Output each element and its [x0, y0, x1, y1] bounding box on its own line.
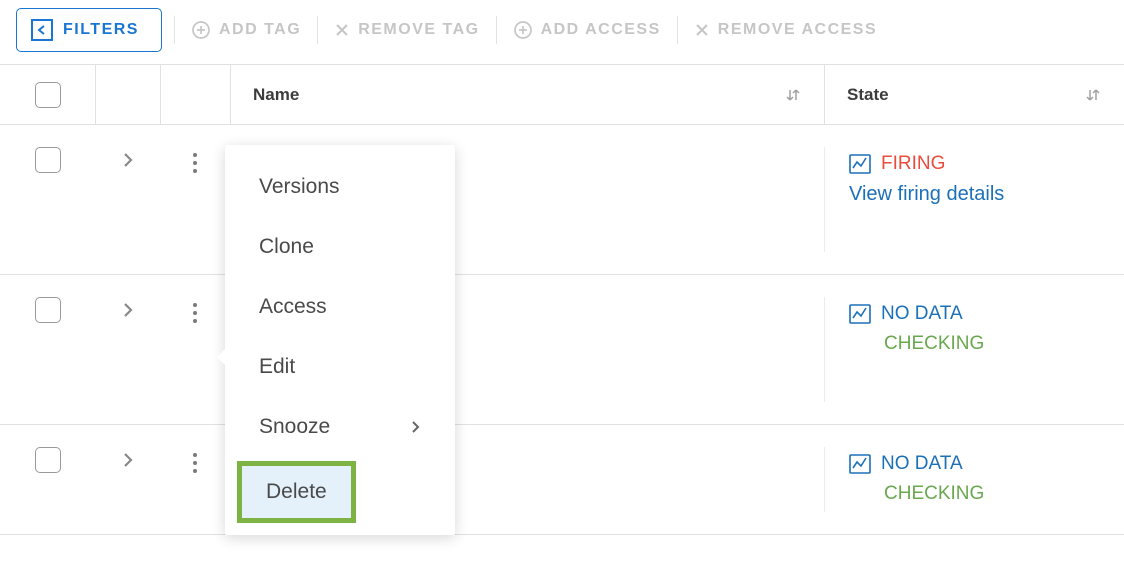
alerts-table: Name State 93 FIRING View firing details [0, 64, 1124, 535]
state-checking-label: CHECKING [849, 333, 984, 355]
toolbar: FILTERS ADD TAG REMOVE TAG ADD ACCESS RE… [0, 0, 1124, 62]
filters-button[interactable]: FILTERS [16, 8, 162, 52]
remove-tag-label: REMOVE TAG [358, 21, 479, 39]
plus-circle-icon [513, 20, 533, 40]
add-access-button[interactable]: ADD ACCESS [509, 12, 665, 48]
view-firing-details-link[interactable]: View firing details [849, 183, 1004, 206]
name-header[interactable]: Name [230, 65, 824, 124]
menu-label: Delete [266, 480, 327, 503]
chevron-right-icon [121, 301, 135, 319]
menu-item-edit[interactable]: Edit [225, 337, 455, 397]
expand-toggle[interactable] [95, 147, 160, 252]
state-header-label: State [847, 85, 889, 105]
filters-label: FILTERS [63, 21, 139, 39]
state-header[interactable]: State [824, 65, 1124, 124]
menu-item-snooze[interactable]: Snooze [225, 397, 455, 457]
actions-header [160, 65, 230, 124]
state-label: NO DATA [881, 453, 963, 475]
row-actions-button[interactable] [160, 147, 230, 252]
add-tag-button[interactable]: ADD TAG [187, 12, 305, 48]
separator [677, 16, 678, 44]
chevron-right-icon [121, 151, 135, 169]
table-header: Name State [0, 65, 1124, 125]
table-row: and network alert 51 NO DATA CHECKING [0, 275, 1124, 425]
menu-item-access[interactable]: Access [225, 277, 455, 337]
separator [317, 16, 318, 44]
row-checkbox[interactable] [35, 297, 61, 323]
delete-highlight: Delete [237, 461, 356, 523]
kebab-icon [193, 453, 197, 473]
state-label: FIRING [881, 153, 945, 175]
chart-icon [849, 154, 871, 174]
add-tag-label: ADD TAG [219, 21, 301, 39]
menu-label: Access [259, 295, 327, 319]
separator [496, 16, 497, 44]
menu-label: Edit [259, 355, 295, 379]
select-all-checkbox[interactable] [35, 82, 61, 108]
separator [174, 16, 175, 44]
menu-item-versions[interactable]: Versions [225, 157, 455, 217]
chevron-right-icon [121, 451, 135, 469]
row-checkbox[interactable] [35, 147, 61, 173]
state-checking-label: CHECKING [849, 483, 984, 505]
menu-item-delete[interactable]: Delete [237, 461, 443, 523]
row-checkbox[interactable] [35, 447, 61, 473]
chart-icon [849, 454, 871, 474]
kebab-icon [193, 153, 197, 173]
expand-toggle[interactable] [95, 447, 160, 512]
sort-icon [784, 86, 802, 104]
chart-icon [849, 304, 871, 324]
expand-toggle[interactable] [95, 297, 160, 402]
chevron-right-icon [411, 420, 421, 434]
sort-icon [1084, 86, 1102, 104]
table-row: ert_01 95 NO DATA CHECKING [0, 425, 1124, 535]
menu-label: Clone [259, 235, 314, 259]
menu-label: Versions [259, 175, 340, 199]
plus-circle-icon [191, 20, 211, 40]
collapse-left-icon [31, 19, 53, 41]
row-context-menu: Versions Clone Access Edit Snooze Delete [225, 145, 455, 535]
x-icon [334, 22, 350, 38]
table-row: 93 FIRING View firing details [0, 125, 1124, 275]
add-access-label: ADD ACCESS [541, 21, 661, 39]
menu-label: Snooze [259, 415, 330, 439]
expand-header [95, 65, 160, 124]
kebab-icon [193, 303, 197, 323]
remove-access-button[interactable]: REMOVE ACCESS [690, 13, 881, 47]
remove-tag-button[interactable]: REMOVE TAG [330, 13, 483, 47]
select-all-header [0, 65, 95, 124]
menu-item-clone[interactable]: Clone [225, 217, 455, 277]
x-icon [694, 22, 710, 38]
name-header-label: Name [253, 85, 299, 105]
state-label: NO DATA [881, 303, 963, 325]
row-actions-button[interactable] [160, 447, 230, 512]
remove-access-label: REMOVE ACCESS [718, 21, 877, 39]
